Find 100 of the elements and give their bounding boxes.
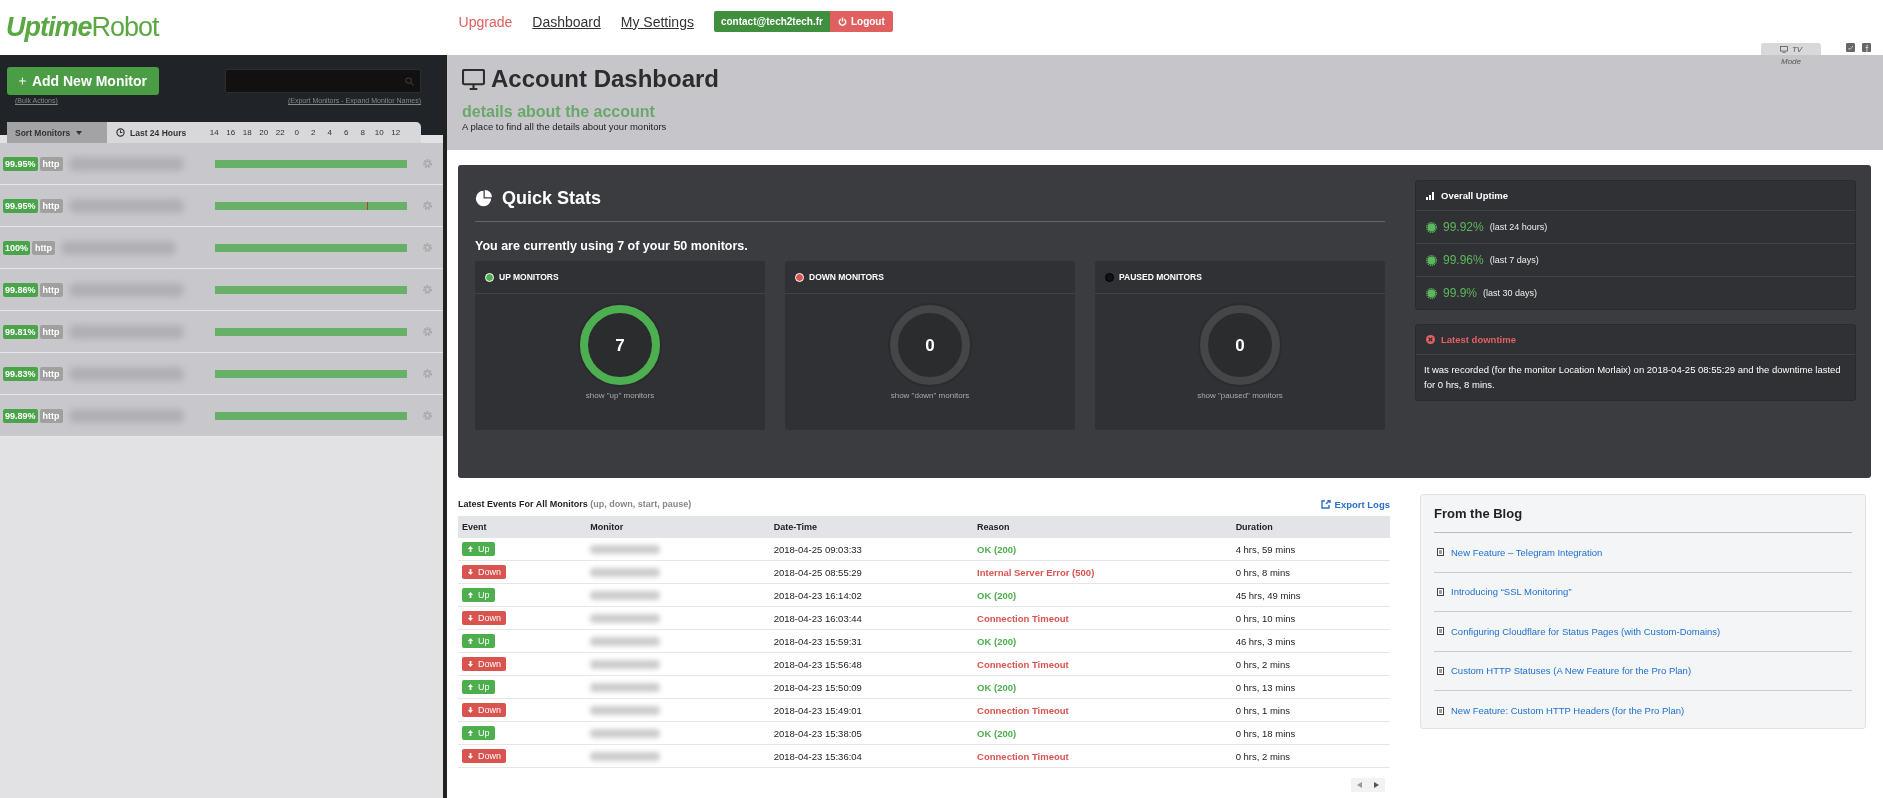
badge-icon — [1426, 221, 1437, 233]
blurred-name — [590, 705, 661, 715]
monitor-row[interactable]: 99.83% http — [0, 353, 443, 395]
blurred-name — [590, 682, 661, 692]
monitor-row[interactable]: 99.81% http — [0, 311, 443, 353]
search-field[interactable] — [225, 69, 421, 93]
account-button[interactable]: contact@tech2tech.fr — [713, 11, 830, 32]
card-title: DOWN MONITORS — [809, 272, 884, 282]
event-badge: Down — [462, 611, 506, 625]
arrow-icon — [467, 683, 474, 691]
blog-post-link[interactable]: Custom HTTP Statuses (A New Feature for the Pro Plan) — [1451, 665, 1692, 677]
arrow-icon — [467, 591, 474, 599]
document-icon — [1437, 627, 1444, 636]
table-cell: Connection Timeout — [973, 744, 1232, 768]
tv-mode-label: Mode — [1780, 57, 1802, 66]
blog-post-link[interactable]: New Feature: Custom HTTP Headers (for the Pro Plan) — [1451, 705, 1685, 717]
table-cell: OK (200) — [973, 583, 1232, 607]
document-icon — [1437, 706, 1444, 715]
uptime-badge: 99.89% — [3, 408, 38, 423]
type-badge: http — [39, 198, 63, 213]
settings-icon[interactable] — [422, 326, 433, 337]
hour-label: 6 — [343, 128, 350, 137]
hour-label: 4 — [326, 128, 333, 137]
table-cell: 0 hrs, 10 mins — [1231, 606, 1390, 630]
arrow-icon — [467, 660, 474, 668]
monitor-count: 0 — [925, 336, 935, 354]
status-dot — [485, 272, 494, 282]
show-monitors-link[interactable]: show "down" monitors — [890, 391, 970, 400]
usage-text: You are currently using 7 of your 50 monitors. — [475, 239, 749, 253]
show-monitors-link[interactable]: show "paused" monitors — [1197, 391, 1283, 400]
settings-icon[interactable] — [422, 242, 433, 253]
arrow-icon — [467, 706, 474, 714]
show-monitors-link[interactable]: show "up" monitors — [585, 391, 655, 400]
table-cell: 2018-04-23 15:50:09 — [769, 675, 974, 699]
blurred-name — [590, 544, 661, 554]
hour-label: 12 — [390, 128, 402, 137]
logo[interactable]: UptimeRobot — [6, 12, 159, 43]
table-cell: 0 hrs, 2 mins — [1231, 744, 1390, 768]
event-badge: Down — [462, 749, 506, 763]
arrow-icon — [467, 752, 474, 760]
type-badge: http — [39, 156, 63, 171]
hour-label: 8 — [359, 128, 366, 137]
nav-link[interactable]: My Settings — [620, 13, 694, 30]
monitor-icon — [1779, 45, 1788, 53]
hour-label: 14 — [208, 128, 220, 137]
uptime-period: (last 24 hours) — [1489, 222, 1548, 232]
blurred-name — [590, 567, 661, 577]
monitor-count: 7 — [615, 336, 625, 354]
monitor-row[interactable]: 99.86% http — [0, 269, 443, 311]
monitor-row[interactable]: 100% http — [0, 227, 443, 269]
hour-label: 20 — [258, 128, 270, 137]
monitor-row[interactable]: 99.89% http — [0, 395, 443, 437]
logout-button[interactable]: Logout — [829, 11, 893, 32]
upgrade-link[interactable]: Upgrade — [458, 13, 513, 30]
event-badge: Up — [462, 588, 495, 602]
export-logs-link[interactable]: Export Logs — [1320, 498, 1390, 510]
table-cell: OK (200) — [973, 675, 1232, 699]
blog-post-link[interactable]: Introducing “SSL Monitoring” — [1451, 586, 1572, 598]
caret-left-icon — [1357, 782, 1362, 788]
event-badge: Down — [462, 565, 506, 579]
settings-icon[interactable] — [422, 410, 433, 421]
events-title: Latest Events For All Monitors (up, down, start, pause) — [458, 499, 692, 509]
settings-icon[interactable] — [422, 284, 433, 295]
blog-post-link[interactable]: New Feature – Telegram Integration — [1451, 546, 1603, 558]
settings-icon[interactable] — [422, 368, 433, 379]
blog-post-link[interactable]: Configuring Cloudflare for Status Pages (with Custom-Domains) — [1451, 625, 1721, 637]
type-badge: http — [39, 282, 63, 297]
tv-mode-tab[interactable]: TV — [1761, 43, 1821, 55]
blurred-name — [590, 728, 661, 738]
table-cell: 46 hrs, 3 mins — [1231, 629, 1390, 653]
table-cell: 2018-04-23 16:14:02 — [769, 583, 974, 607]
table-cell: 0 hrs, 2 mins — [1231, 652, 1390, 676]
twitter-icon[interactable] — [1846, 43, 1855, 52]
table-cell: Connection Timeout — [973, 698, 1232, 722]
nav-link[interactable]: Dashboard — [532, 13, 601, 30]
monitor-row[interactable]: 99.95% http — [0, 185, 443, 227]
uptime-value: 99.96% — [1443, 253, 1484, 267]
table-cell: 45 hrs, 49 mins — [1231, 583, 1390, 607]
table-cell: 0 hrs, 1 mins — [1231, 698, 1390, 722]
add-monitor-button[interactable]: Add New Monitor — [7, 67, 159, 95]
clock-icon — [116, 128, 125, 137]
settings-icon[interactable] — [422, 158, 433, 169]
card-title: Latest downtime — [1441, 334, 1516, 345]
next-page-button[interactable] — [1368, 778, 1385, 792]
table-cell: 2018-04-23 15:36:04 — [769, 744, 974, 768]
facebook-icon[interactable] — [1862, 43, 1871, 52]
monitor-row[interactable]: 99.95% http — [0, 143, 443, 185]
page-title: Account Dashboard — [491, 65, 720, 93]
table-cell: 2018-04-23 15:49:01 — [769, 698, 974, 722]
search-icon — [405, 76, 414, 86]
settings-icon[interactable] — [422, 200, 433, 211]
table-cell: 2018-04-23 16:03:44 — [769, 606, 974, 630]
table-cell: OK (200) — [973, 629, 1232, 653]
time-range-label: Last 24 Hours — [116, 127, 202, 138]
arrow-icon — [467, 568, 474, 576]
sort-monitors-dropdown[interactable]: Sort Monitors — [7, 122, 107, 143]
hour-label: 10 — [373, 128, 385, 137]
caret-icon — [76, 130, 83, 135]
uptime-badge: 99.81% — [3, 324, 38, 339]
document-icon — [1437, 666, 1444, 675]
